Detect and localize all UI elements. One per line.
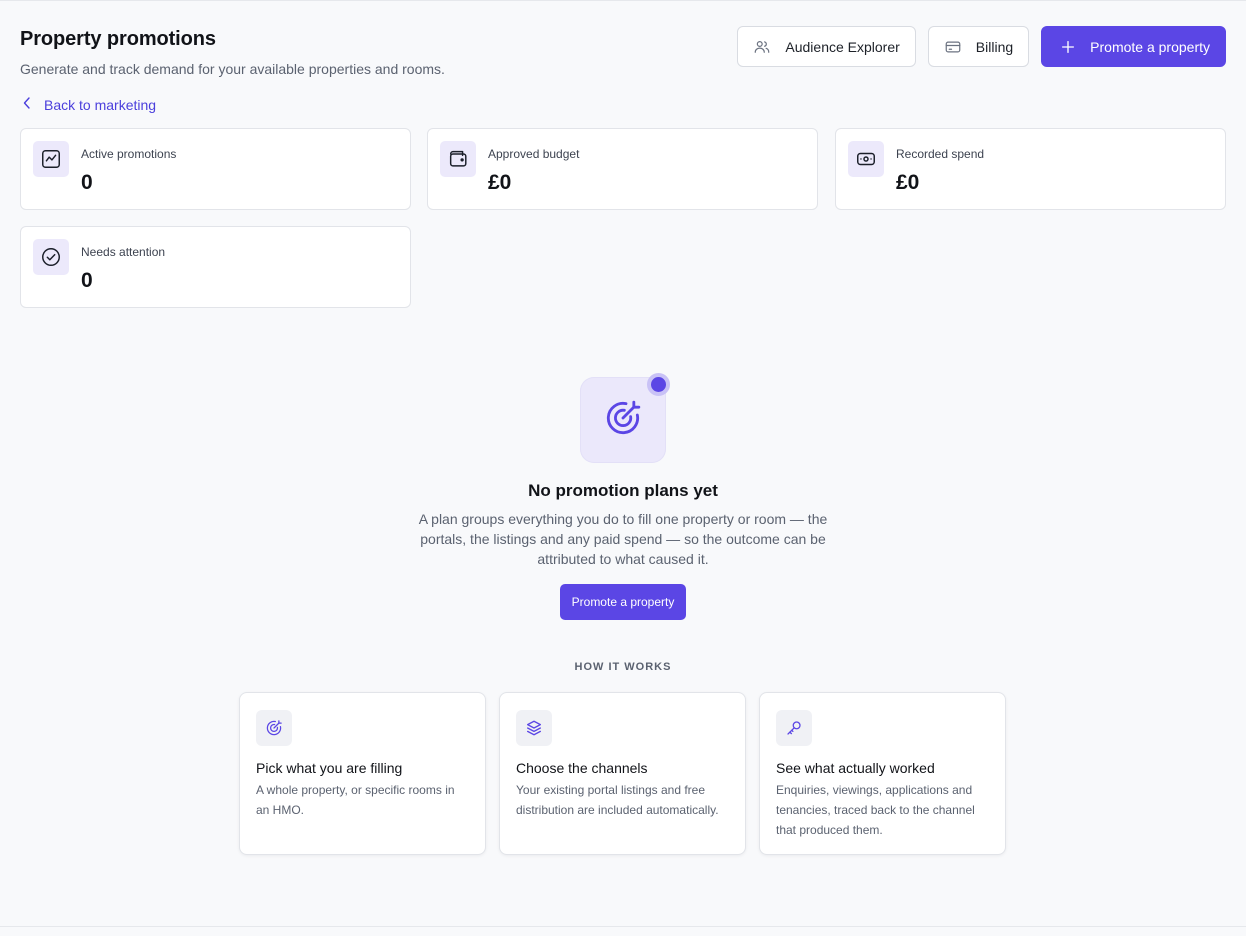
stat-label: Active promotions — [81, 147, 177, 161]
step-title: Pick what you are filling — [256, 760, 403, 776]
stat-value: £0 — [896, 171, 920, 194]
check-circle-icon — [33, 239, 69, 275]
page-title: Property promotions — [20, 28, 216, 50]
stat-card-active-promotions: Active promotions 0 — [20, 128, 411, 210]
back-link-label: Back to marketing — [44, 96, 157, 113]
stat-label: Recorded spend — [896, 147, 985, 161]
stat-label: Needs attention — [81, 245, 166, 259]
chevron-left-icon — [22, 96, 32, 113]
notification-dot — [647, 373, 670, 396]
users-icon — [753, 38, 771, 56]
empty-state-title: No promotion plans yet — [528, 481, 718, 500]
step-description: A whole property, or specific rooms in a… — [256, 783, 455, 817]
audience-explorer-button[interactable]: Audience Explorer — [737, 26, 916, 67]
stat-card-approved-budget: Approved budget £0 — [427, 128, 818, 210]
stat-card-recorded-spend: Recorded spend £0 — [835, 128, 1226, 210]
page-subtitle: Generate and track demand for your avail… — [20, 61, 445, 77]
stat-value: 0 — [81, 269, 93, 292]
key-icon — [776, 710, 812, 746]
step-card-results: See what actually worked Enquiries, view… — [759, 692, 1006, 855]
promote-property-label: Promote a property — [1090, 38, 1210, 55]
billing-label: Billing — [975, 38, 1014, 55]
billing-button[interactable]: Billing — [927, 26, 1030, 67]
wallet-icon — [440, 141, 476, 177]
stat-value: £0 — [488, 171, 512, 194]
promote-property-button[interactable]: Promote a property — [1041, 26, 1226, 67]
empty-state-promote-button[interactable]: Promote a property — [560, 584, 686, 620]
stat-value: 0 — [81, 171, 93, 194]
step-title: See what actually worked — [776, 760, 935, 776]
stat-card-needs-attention: Needs attention 0 — [20, 226, 411, 308]
audience-explorer-label: Audience Explorer — [785, 38, 900, 55]
page-header: Property promotions Generate and track d… — [20, 27, 445, 78]
credit-card-icon — [944, 38, 962, 56]
how-it-works-heading: HOW IT WORKS — [574, 661, 672, 673]
banknote-icon — [848, 141, 884, 177]
layers-icon — [516, 710, 552, 746]
target-icon — [603, 398, 643, 443]
empty-state-description: A plan groups everything you do to fill … — [418, 511, 828, 567]
step-card-pick: Pick what you are filling A whole proper… — [239, 692, 486, 855]
step-description: Your existing portal listings and free d… — [516, 783, 719, 817]
stat-label: Approved budget — [488, 147, 580, 161]
plus-icon — [1060, 39, 1076, 55]
header-actions: Audience Explorer Billing Promote a prop… — [737, 26, 1226, 67]
step-description: Enquiries, viewings, applications and te… — [776, 783, 975, 837]
step-title: Choose the channels — [516, 760, 648, 776]
trend-icon — [33, 141, 69, 177]
back-to-marketing-link[interactable]: Back to marketing — [22, 96, 156, 113]
target-icon — [256, 710, 292, 746]
bottom-divider — [0, 926, 1246, 927]
step-card-channels: Choose the channels Your existing portal… — [499, 692, 746, 855]
